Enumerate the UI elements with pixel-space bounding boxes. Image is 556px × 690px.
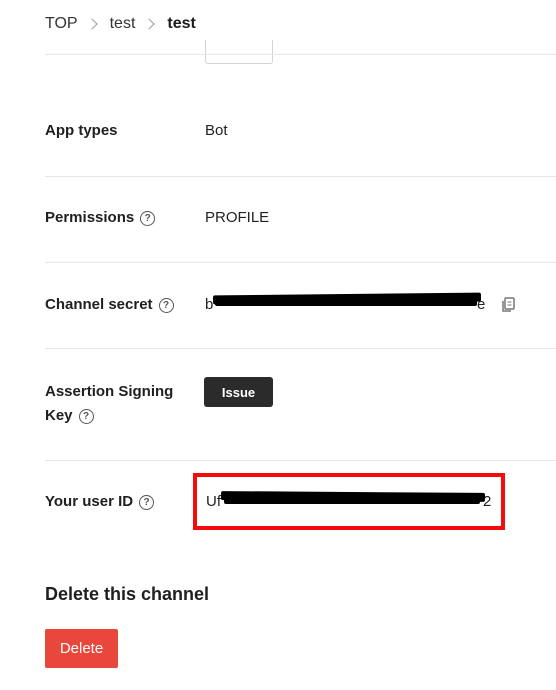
breadcrumb: TOP test test [45, 13, 196, 35]
channel-settings-page: TOP test test App types Bot Permissions?… [0, 0, 556, 690]
help-circle-icon[interactable]: ? [158, 298, 174, 313]
divider [45, 54, 556, 55]
chevron-right-icon [85, 18, 98, 30]
assertion-key-row: Assertion Signing Key? [45, 380, 556, 428]
highlight-box [193, 473, 505, 530]
channel-secret-label: Channel secret? [45, 293, 174, 317]
permissions-label-text: Permissions [45, 209, 135, 226]
permissions-label: Permissions? [45, 206, 156, 230]
assertion-key-label-line2: Key? [45, 404, 94, 428]
app-types-value: Bot [205, 122, 228, 139]
breadcrumb-channel: test [167, 15, 196, 32]
divider [45, 348, 556, 349]
issue-button[interactable]: Issue [204, 377, 273, 407]
copy-icon[interactable] [501, 297, 515, 313]
breadcrumb-provider[interactable]: test [110, 13, 136, 35]
app-types-row: App types Bot [45, 119, 556, 143]
divider [45, 460, 556, 461]
channel-secret-label-text: Channel secret [45, 296, 153, 313]
help-circle-icon[interactable]: ? [140, 211, 156, 226]
help-circle-icon[interactable]: ? [139, 495, 155, 510]
permissions-row: Permissions? PROFILE [45, 206, 556, 230]
help-circle-icon[interactable]: ? [78, 409, 94, 424]
permissions-value: PROFILE [205, 209, 270, 226]
assertion-key-label-line1: Assertion Signing [45, 383, 174, 400]
delete-section-title: Delete this channel [45, 584, 210, 604]
assertion-key-label-text: Key [45, 407, 73, 424]
divider [45, 262, 556, 263]
redaction-mark [215, 300, 477, 306]
divider [45, 176, 556, 177]
scrolled-off-input[interactable] [205, 40, 273, 64]
chevron-right-icon [143, 18, 156, 30]
app-types-label: App types [45, 122, 118, 139]
delete-button[interactable]: Delete [45, 629, 118, 668]
user-id-label: Your user ID? [45, 490, 155, 514]
breadcrumb-top[interactable]: TOP [45, 13, 78, 35]
user-id-label-text: Your user ID [45, 493, 134, 510]
